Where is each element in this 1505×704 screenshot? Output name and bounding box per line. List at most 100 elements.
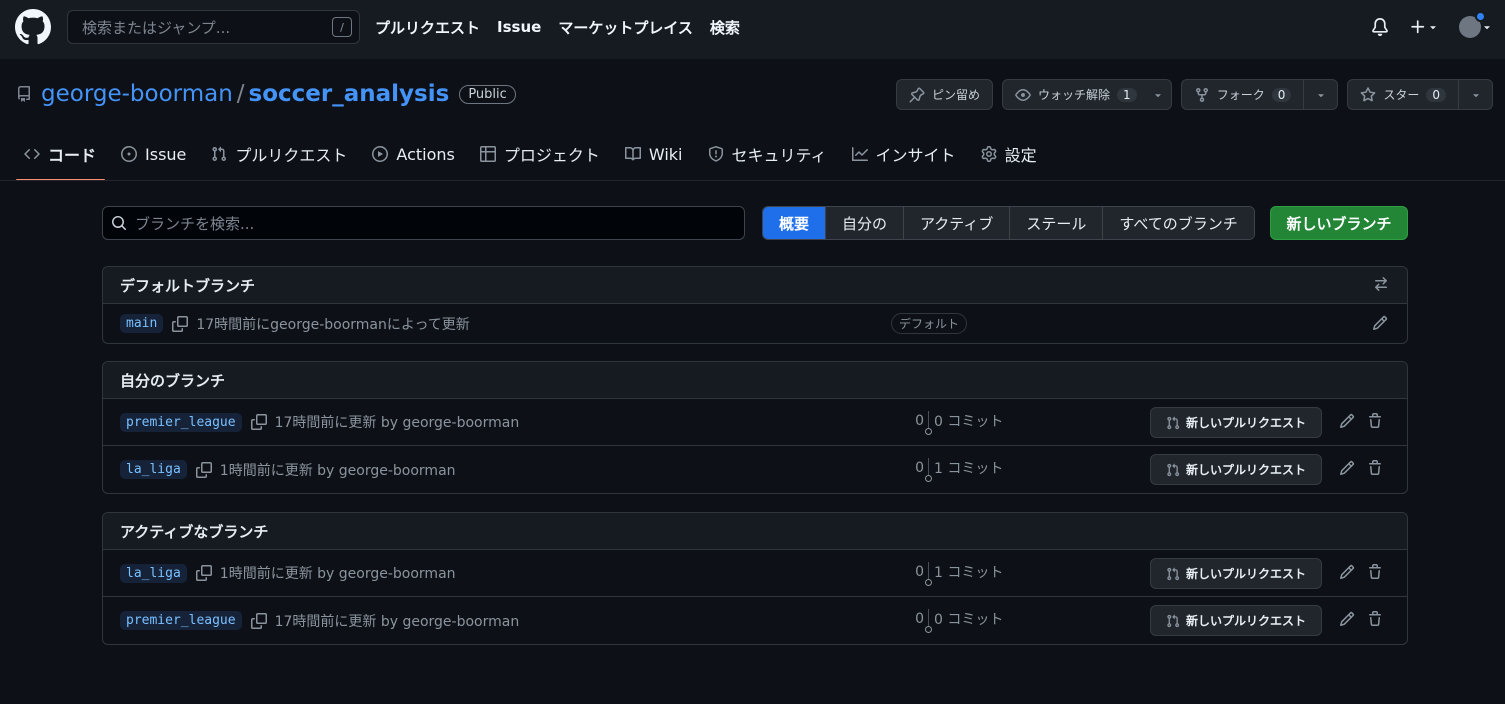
filter-overview[interactable]: 概要 (763, 207, 826, 239)
behind-count: 0 (915, 460, 924, 476)
github-logo-icon[interactable] (15, 9, 51, 45)
behind-count: 0 (915, 413, 924, 429)
tab-projects[interactable]: プロジェクト (472, 133, 608, 175)
filter-stale[interactable]: ステール (1009, 207, 1103, 239)
code-icon (24, 146, 40, 162)
repo-owner-link[interactable]: george-boorman (41, 81, 233, 107)
repo-name-link[interactable]: soccer_analysis (249, 81, 450, 107)
branch-name-link[interactable]: la_liga (120, 563, 187, 583)
tab-code[interactable]: コード (16, 133, 106, 181)
branch-name-link[interactable]: main (120, 314, 164, 333)
new-pull-request-button[interactable]: 新しいプルリクエスト (1150, 558, 1322, 589)
caret-down-icon (1484, 26, 1490, 30)
pencil-icon[interactable] (1339, 611, 1355, 627)
filter-all[interactable]: すべてのブランチ (1102, 207, 1254, 239)
ahead-behind-indicator: 0 0 コミット (910, 411, 1003, 435)
pencil-icon[interactable] (1372, 315, 1388, 331)
pencil-icon[interactable] (1339, 413, 1355, 429)
trash-icon[interactable] (1367, 460, 1383, 476)
repo-path-separator: / (236, 81, 245, 107)
search-shortcut-key: / (332, 17, 352, 37)
shield-icon (708, 146, 724, 162)
tab-settings[interactable]: 設定 (973, 133, 1045, 175)
tab-pull-requests[interactable]: プルリクエスト (203, 133, 355, 175)
pencil-icon[interactable] (1339, 564, 1355, 580)
star-button[interactable]: スター 0 (1348, 80, 1458, 109)
new-pull-request-label: 新しいプルリクエスト (1185, 567, 1306, 581)
new-pull-request-button[interactable]: 新しいプルリクエスト (1150, 454, 1322, 485)
new-pull-request-label: 新しいプルリクエスト (1185, 416, 1306, 430)
branch-row: main 17時間前にgeorge-boormanによって更新 デフォルト (103, 304, 1407, 343)
repo-title: george-boorman / soccer_analysis Public (16, 78, 516, 110)
trash-icon[interactable] (1367, 413, 1383, 429)
ahead-behind-bar (925, 458, 932, 482)
tab-insights[interactable]: インサイト (844, 133, 964, 175)
filter-active[interactable]: アクティブ (903, 207, 1010, 239)
tab-security[interactable]: セキュリティ (700, 133, 835, 175)
ahead-count: 1 コミット (934, 565, 1004, 581)
tabs-divider (0, 180, 1505, 181)
repo-forked-icon (1195, 87, 1208, 102)
tab-actions[interactable]: Actions (364, 133, 462, 175)
play-icon (372, 146, 389, 162)
bell-icon[interactable] (1371, 18, 1389, 36)
watch-button[interactable]: ウォッチ解除 1 (1002, 79, 1172, 110)
watch-label: ウォッチ解除 (1038, 88, 1111, 102)
table-icon (479, 146, 496, 162)
watch-dropdown-caret-icon[interactable] (1145, 80, 1171, 109)
tab-security-label: セキュリティ (731, 146, 827, 165)
nav-pull-requests[interactable]: プルリクエスト (375, 17, 480, 38)
branch-search-input[interactable]: ブランチを検索... (102, 206, 745, 240)
ahead-count: 1 コミット (934, 461, 1004, 477)
copy-icon[interactable] (250, 612, 267, 629)
ahead-behind-indicator: 0 0 コミット (910, 609, 1003, 633)
branch-updated-text: 17時間前にgeorge-boormanによって更新 (196, 316, 470, 333)
nav-explore[interactable]: 検索 (710, 17, 740, 38)
create-new-dropdown[interactable] (1409, 18, 1439, 36)
trash-icon[interactable] (1367, 611, 1383, 627)
new-branch-button[interactable]: 新しいブランチ (1270, 206, 1408, 240)
branch-name-link[interactable]: la_liga (120, 460, 187, 479)
ahead-behind-indicator: 0 1 コミット (910, 458, 1004, 482)
tab-insights-label: インサイト (875, 146, 956, 165)
global-search-input[interactable]: 検索またはジャンプ... / (67, 10, 360, 44)
filter-yours[interactable]: 自分の (825, 207, 904, 239)
pencil-icon[interactable] (1339, 460, 1355, 476)
copy-icon[interactable] (172, 315, 189, 332)
tab-projects-label: プロジェクト (503, 146, 600, 165)
ahead-behind-indicator: 0 1 コミット (910, 562, 1004, 586)
tab-wiki[interactable]: Wiki (617, 133, 691, 175)
branch-row: la_liga 1時間前に更新 by george-boorman 0 1 コミ… (103, 446, 1407, 493)
git-pull-request-icon (1167, 567, 1180, 580)
default-branch-section: デフォルトブランチ main 17時間前にgeorge-boormanによって更… (102, 266, 1408, 344)
branch-name-link[interactable]: premier_league (120, 412, 242, 432)
tab-issues[interactable]: Issue (113, 133, 194, 175)
fork-count: 0 (1271, 87, 1292, 102)
git-pull-request-icon (1167, 416, 1180, 429)
watch-count: 1 (1117, 87, 1137, 102)
new-pull-request-button[interactable]: 新しいプルリクエスト (1150, 407, 1322, 438)
arrow-switch-icon[interactable] (1373, 276, 1389, 292)
copy-icon[interactable] (195, 461, 212, 478)
fork-dropdown-caret-icon[interactable] (1303, 80, 1337, 109)
user-menu[interactable] (1459, 11, 1493, 38)
nav-marketplace[interactable]: マーケットプレイス (558, 17, 693, 38)
avatar (1459, 11, 1486, 38)
nav-issues[interactable]: Issue (497, 18, 541, 36)
new-pull-request-button[interactable]: 新しいプルリクエスト (1150, 605, 1322, 636)
copy-icon[interactable] (250, 414, 267, 430)
graph-icon (851, 146, 868, 162)
caret-down-icon (1430, 26, 1436, 30)
git-pull-request-icon (1167, 614, 1180, 627)
fork-label: フォーク (1216, 88, 1265, 102)
pin-button[interactable]: ピン留め (896, 79, 994, 110)
branch-name-link[interactable]: premier_league (120, 611, 242, 630)
fork-button[interactable]: フォーク 0 (1182, 80, 1304, 109)
trash-icon[interactable] (1367, 564, 1383, 580)
global-header: 検索またはジャンプ... / プルリクエスト Issue マーケットプレイス 検… (0, 0, 1505, 59)
star-dropdown-caret-icon[interactable] (1458, 80, 1492, 109)
tab-actions-label: Actions (396, 144, 455, 164)
new-pull-request-label: 新しいプルリクエスト (1185, 614, 1306, 628)
copy-icon[interactable] (195, 565, 212, 581)
branch-updated-text: 1時間前に更新 by george-boorman (219, 566, 456, 582)
